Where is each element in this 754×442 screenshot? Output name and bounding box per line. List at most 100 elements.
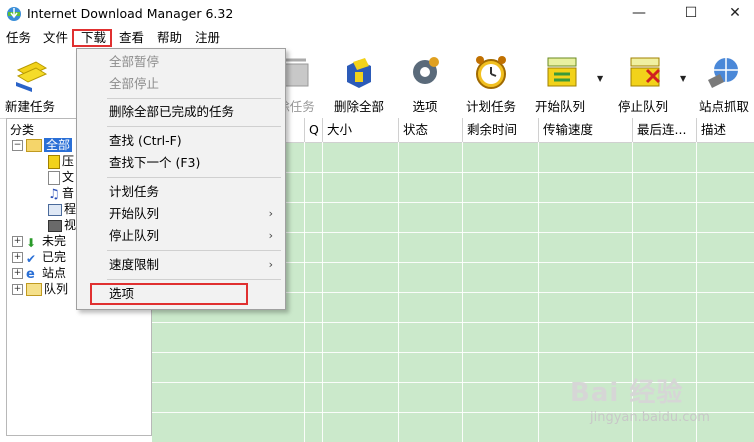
menu-separator xyxy=(107,126,281,127)
options-gear-icon xyxy=(413,57,439,84)
queue-folder-icon xyxy=(26,283,42,296)
site-grabber-label: 站点抓取 xyxy=(698,99,749,114)
idm-app-icon xyxy=(7,7,21,21)
delete-all-label: 删除全部 xyxy=(333,99,384,114)
column-status[interactable]: 状态 xyxy=(398,118,464,142)
tree-item-finished[interactable]: + ✔ 已完 xyxy=(12,249,67,266)
tree-item-all[interactable]: − 全部 xyxy=(12,137,73,153)
menu-item-label: 开始队列 xyxy=(109,206,160,221)
site-grabber-button[interactable]: 站点抓取 xyxy=(694,48,754,116)
stop-queue-label: 停止队列 xyxy=(617,99,668,114)
stop-queue-button[interactable]: 停止队列 xyxy=(612,48,674,116)
tree-item-label: 压 xyxy=(62,154,75,168)
delete-all-button[interactable]: 删除全部 xyxy=(330,48,388,116)
folder-open-icon xyxy=(26,139,42,152)
column-last-try[interactable]: 最后连... xyxy=(632,118,698,142)
tree-item-unfinished[interactable]: + ⬇ 未完 xyxy=(12,233,66,250)
options-menu-highlight xyxy=(90,283,248,305)
menu-separator xyxy=(107,279,281,280)
title-bar: Internet Download Manager 6.32 — ☐ ✕ xyxy=(0,0,754,28)
expand-icon[interactable]: + xyxy=(12,284,23,295)
download-menu-highlight xyxy=(72,29,112,47)
video-icon xyxy=(48,219,62,232)
menu-item-scheduler[interactable]: 计划任务 xyxy=(77,181,285,203)
menu-bar: 任务 文件 下载 查看 帮助 注册 xyxy=(0,28,754,48)
tree-item-label: 视 xyxy=(64,218,77,232)
submenu-arrow-icon: › xyxy=(268,229,273,242)
menu-item-speed-limiter[interactable]: 速度限制 › xyxy=(77,254,285,276)
column-description[interactable]: 描述 xyxy=(696,118,754,142)
expand-icon[interactable]: + xyxy=(12,252,23,263)
submenu-arrow-icon: › xyxy=(268,207,273,220)
unfinished-icon: ⬇ xyxy=(26,235,37,250)
options-button[interactable]: 选项 xyxy=(400,48,450,116)
menu-item-find[interactable]: 查找 (Ctrl-F) xyxy=(77,130,285,152)
download-dropdown-menu: 全部暂停 全部停止 删除全部已完成的任务 查找 (Ctrl-F) 查找下一个 (… xyxy=(76,48,286,310)
scheduler-button[interactable]: 计划任务 xyxy=(462,48,520,116)
archive-icon xyxy=(48,154,60,169)
tree-item-label: 文 xyxy=(62,170,75,184)
start-queue-dropdown-arrow[interactable]: ▼ xyxy=(597,74,603,83)
submenu-arrow-icon: › xyxy=(268,258,273,271)
tree-item-sites[interactable]: + e 站点 xyxy=(12,265,67,282)
program-icon xyxy=(48,203,62,216)
tree-item-programs[interactable]: 程 xyxy=(48,201,76,217)
start-queue-button[interactable]: 开始队列 xyxy=(530,48,590,116)
stop-queue-dropdown-arrow[interactable]: ▼ xyxy=(680,74,686,83)
tree-item-music[interactable]: ♫ 音 xyxy=(48,185,75,202)
menu-item-delete-completed[interactable]: 删除全部已完成的任务 xyxy=(77,101,285,123)
grid-row-line xyxy=(152,322,754,323)
tree-item-queues[interactable]: + 队列 xyxy=(12,281,68,297)
tree-item-label: 已完 xyxy=(42,250,67,264)
new-task-button[interactable]: 新建任务 xyxy=(0,48,60,116)
tree-item-label: 音 xyxy=(62,186,75,200)
finished-icon: ✔ xyxy=(26,251,37,266)
collapse-icon[interactable]: − xyxy=(12,140,23,151)
window-title: Internet Download Manager 6.32 xyxy=(27,6,234,21)
site-grabber-icon xyxy=(708,58,738,88)
music-icon: ♫ xyxy=(48,186,60,202)
menu-item-label: 速度限制 xyxy=(109,257,160,272)
tree-item-video[interactable]: 视 xyxy=(48,217,76,233)
menu-item-find-next[interactable]: 查找下一个 (F3) xyxy=(77,152,285,174)
baidu-watermark: Bai 经验 jingyan.baidu.com xyxy=(570,372,750,440)
tree-item-label: 程 xyxy=(64,202,77,216)
menu-view[interactable]: 查看 xyxy=(119,28,144,48)
menu-tasks[interactable]: 任务 xyxy=(6,28,31,48)
tree-item-label: 站点 xyxy=(42,266,67,280)
menu-item-stop-queue[interactable]: 停止队列 › xyxy=(77,225,285,247)
site-icon: e xyxy=(26,266,35,282)
start-queue-icon xyxy=(547,57,577,87)
menu-item-label: 停止队列 xyxy=(109,228,160,243)
menu-help[interactable]: 帮助 xyxy=(157,28,182,48)
category-header: 分类 xyxy=(10,123,35,137)
tree-item-label: 队列 xyxy=(44,282,69,296)
maximize-button[interactable]: ☐ xyxy=(668,0,714,28)
start-queue-label: 开始队列 xyxy=(534,99,585,114)
column-size[interactable]: 大小 xyxy=(322,118,402,142)
menu-item-start-queue[interactable]: 开始队列 › xyxy=(77,203,285,225)
new-task-label: 新建任务 xyxy=(4,99,55,114)
menu-separator xyxy=(107,250,281,251)
stop-queue-icon xyxy=(630,57,661,87)
expand-icon[interactable]: + xyxy=(12,236,23,247)
menu-file[interactable]: 文件 xyxy=(43,28,68,48)
menu-item-pause-all[interactable]: 全部暂停 xyxy=(77,51,285,73)
column-transfer-rate[interactable]: 传输速度 xyxy=(538,118,634,142)
minimize-button[interactable]: — xyxy=(616,0,662,28)
delete-all-icon xyxy=(347,58,371,88)
tree-item-compressed[interactable]: 压 xyxy=(48,153,74,169)
close-button[interactable]: ✕ xyxy=(712,0,754,28)
new-task-icon xyxy=(16,61,48,92)
expand-icon[interactable]: + xyxy=(12,268,23,279)
document-icon xyxy=(48,170,60,185)
menu-item-stop-all[interactable]: 全部停止 xyxy=(77,73,285,95)
watermark-logo-text: Bai 经验 xyxy=(570,378,684,408)
column-time-left[interactable]: 剩余时间 xyxy=(462,118,540,142)
tree-item-documents[interactable]: 文 xyxy=(48,169,74,185)
scheduler-label: 计划任务 xyxy=(465,99,516,114)
menu-separator xyxy=(107,177,281,178)
menu-separator xyxy=(107,98,281,99)
watermark-url: jingyan.baidu.com xyxy=(590,410,710,425)
menu-register[interactable]: 注册 xyxy=(195,28,220,48)
